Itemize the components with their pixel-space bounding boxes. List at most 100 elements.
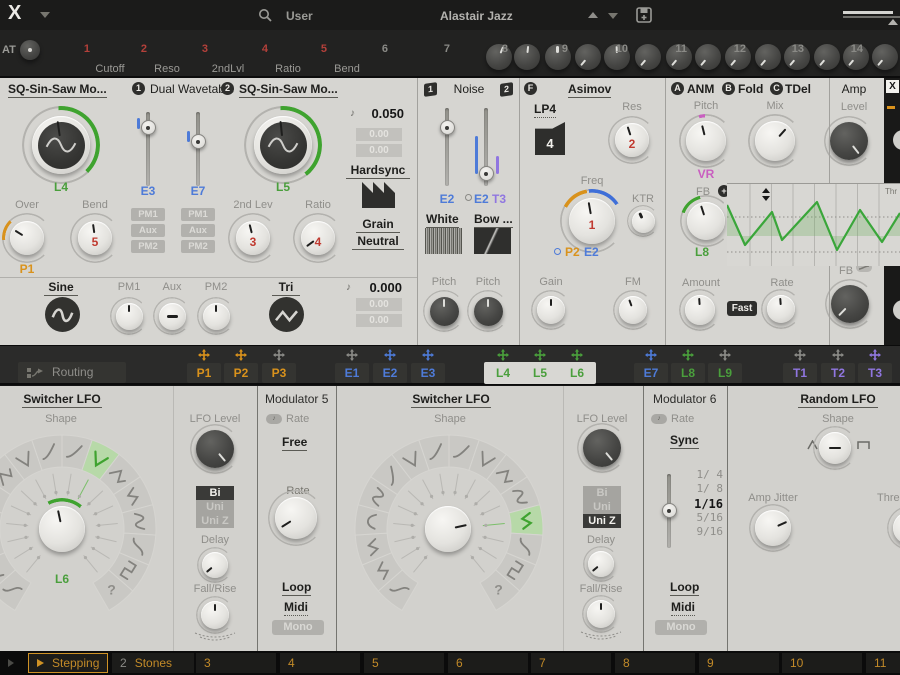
- routing-crosshair-L8[interactable]: [682, 349, 694, 361]
- over-knob[interactable]: [2, 213, 52, 263]
- routing-crosshair-E3[interactable]: [422, 349, 434, 361]
- macro-knob-12[interactable]: [814, 44, 840, 70]
- fx-a-badge[interactable]: A: [671, 82, 684, 95]
- 2nd-lev-knob[interactable]: 3: [228, 213, 278, 263]
- routing-crosshair-T3[interactable]: [869, 349, 881, 361]
- routing-header[interactable]: Routing: [18, 362, 126, 383]
- tab-Stepping[interactable]: Stepping: [28, 653, 108, 673]
- noise2-badge[interactable]: 2: [500, 82, 513, 97]
- lfo2-polarity-stack[interactable]: BiUniUni Z: [583, 486, 621, 528]
- tab-11[interactable]: 11: [866, 653, 900, 673]
- macro-knob-6[interactable]: [635, 44, 661, 70]
- osc-tune-value[interactable]: 0.050: [360, 106, 404, 121]
- routing-slot-T2[interactable]: T2: [821, 363, 855, 383]
- noise1-mod-source[interactable]: E2: [427, 192, 467, 206]
- mod5-loop[interactable]: Loop: [282, 580, 311, 596]
- macro-knob-10[interactable]: [755, 44, 781, 70]
- bend-knob[interactable]: 5: [70, 213, 120, 263]
- pm1-knob[interactable]: [110, 297, 148, 335]
- hardsync-toggle[interactable]: Hardsync: [346, 163, 410, 179]
- freq-knob[interactable]: 1: [560, 189, 624, 253]
- lfo1-out-label[interactable]: L6: [37, 572, 87, 586]
- tab-4[interactable]: 4: [280, 653, 360, 673]
- amp-fb-knob[interactable]: [825, 279, 875, 329]
- preset-bank-label[interactable]: User: [286, 9, 313, 23]
- freq-mod-source-e2[interactable]: E2: [584, 245, 599, 259]
- fx-b-name[interactable]: Fold: [738, 82, 763, 96]
- routing-slot-T3[interactable]: T3: [858, 363, 892, 383]
- ratio-knob[interactable]: 4: [293, 213, 343, 263]
- preset-next-icon[interactable]: [608, 13, 618, 19]
- res-knob[interactable]: 2: [608, 116, 656, 164]
- sub-fine-value-1[interactable]: 0.00: [356, 298, 402, 311]
- fx-pitch-mod-source[interactable]: VR: [681, 167, 731, 181]
- routing-slot-L8[interactable]: L8: [671, 363, 705, 383]
- fx-a-name[interactable]: ANM: [687, 82, 714, 96]
- noise1-type[interactable]: White: [426, 212, 459, 228]
- routing-slot-E3[interactable]: E3: [411, 363, 445, 383]
- fx-fb-mod-source[interactable]: L8: [681, 245, 723, 259]
- osc1-pm2-badge[interactable]: PM2: [131, 240, 165, 253]
- lfo1-knob[interactable]: [31, 498, 93, 560]
- mod5-midi[interactable]: Midi: [284, 600, 308, 616]
- noise2-pitch-knob[interactable]: [467, 290, 509, 332]
- fx-b-badge[interactable]: B: [722, 82, 735, 95]
- noise2-mod-source-t3[interactable]: T3: [492, 192, 506, 206]
- lfo1-polarity-stack[interactable]: BiUniUni Z: [196, 486, 234, 528]
- tab-10[interactable]: 10: [782, 653, 862, 673]
- routing-slot-L6[interactable]: L6: [560, 363, 594, 383]
- routing-slot-L5[interactable]: L5: [523, 363, 557, 383]
- macro-knob-2[interactable]: [514, 44, 540, 70]
- tri-sub-icon[interactable]: [269, 297, 304, 332]
- filter-type-label[interactable]: LP4: [534, 102, 556, 118]
- lfo2-knob[interactable]: [425, 506, 471, 552]
- polarity-mode-uni-z[interactable]: Uni Z: [583, 514, 621, 528]
- osc1-wavetable-knob[interactable]: [22, 106, 100, 184]
- fx-amount-knob[interactable]: [679, 289, 721, 331]
- tab-7[interactable]: 7: [531, 653, 611, 673]
- neutral-toggle[interactable]: Neutral: [352, 234, 404, 250]
- routing-crosshair-L9[interactable]: [719, 349, 731, 361]
- output-level-track[interactable]: [843, 16, 900, 18]
- mod5-mode[interactable]: Free: [282, 435, 307, 451]
- osc1-mod-source[interactable]: L4: [36, 180, 86, 194]
- lfo1-delay-knob[interactable]: [197, 547, 233, 583]
- amp-jitter-knob[interactable]: [749, 504, 797, 552]
- mod5-mono[interactable]: Mono: [272, 620, 324, 635]
- polarity-mode-bi[interactable]: Bi: [196, 486, 234, 500]
- routing-crosshair-T2[interactable]: [832, 349, 844, 361]
- polarity-mode-uni[interactable]: Uni: [583, 500, 621, 514]
- fx-mix-knob[interactable]: [748, 114, 802, 168]
- tab-8[interactable]: 8: [615, 653, 695, 673]
- polarity-mode-uni[interactable]: Uni: [196, 500, 234, 514]
- wave-down-arrow-icon[interactable]: [762, 196, 770, 201]
- logo-menu-chevron-icon[interactable]: [40, 12, 50, 18]
- mod6-rate-list[interactable]: 1/ 41/ 81/165/169/16: [683, 468, 723, 539]
- sub-tune-value[interactable]: 0.000: [358, 280, 402, 295]
- routing-slot-P1[interactable]: P1: [187, 363, 221, 383]
- noise2-mod-radio[interactable]: [465, 194, 472, 201]
- osc1-pm1-badge[interactable]: PM1: [131, 208, 165, 221]
- search-icon[interactable]: [258, 8, 273, 23]
- output-level-bar[interactable]: [843, 11, 893, 14]
- routing-slot-P3[interactable]: P3: [262, 363, 296, 383]
- fx-fb-knob[interactable]: [680, 195, 732, 247]
- freq-mod-radio[interactable]: [554, 248, 561, 255]
- tab-Stones[interactable]: 2Stones: [112, 653, 194, 673]
- amp-level-knob[interactable]: [824, 116, 874, 166]
- sine-sub-icon[interactable]: [45, 297, 80, 332]
- routing-crosshair-E1[interactable]: [346, 349, 358, 361]
- osc2-aux-badge[interactable]: Aux: [181, 224, 215, 237]
- fx-c-name[interactable]: TDel: [785, 82, 811, 96]
- osc2-wavetable-knob[interactable]: [244, 106, 322, 184]
- random-wave-display[interactable]: Thr: [727, 183, 900, 266]
- fx-c-badge[interactable]: C: [770, 82, 783, 95]
- rate-option-516[interactable]: 5/16: [683, 511, 723, 525]
- mod5-note-toggle-icon[interactable]: ♪: [266, 414, 282, 424]
- osc2-mod-source[interactable]: L5: [258, 180, 308, 194]
- routing-crosshair-L5[interactable]: [534, 349, 546, 361]
- sine-sub-toggle[interactable]: Sine: [44, 280, 78, 296]
- lfo1-fallrise-knob[interactable]: [196, 596, 234, 634]
- pm2-knob[interactable]: [197, 297, 235, 335]
- tab-scroll-icon[interactable]: [8, 659, 14, 667]
